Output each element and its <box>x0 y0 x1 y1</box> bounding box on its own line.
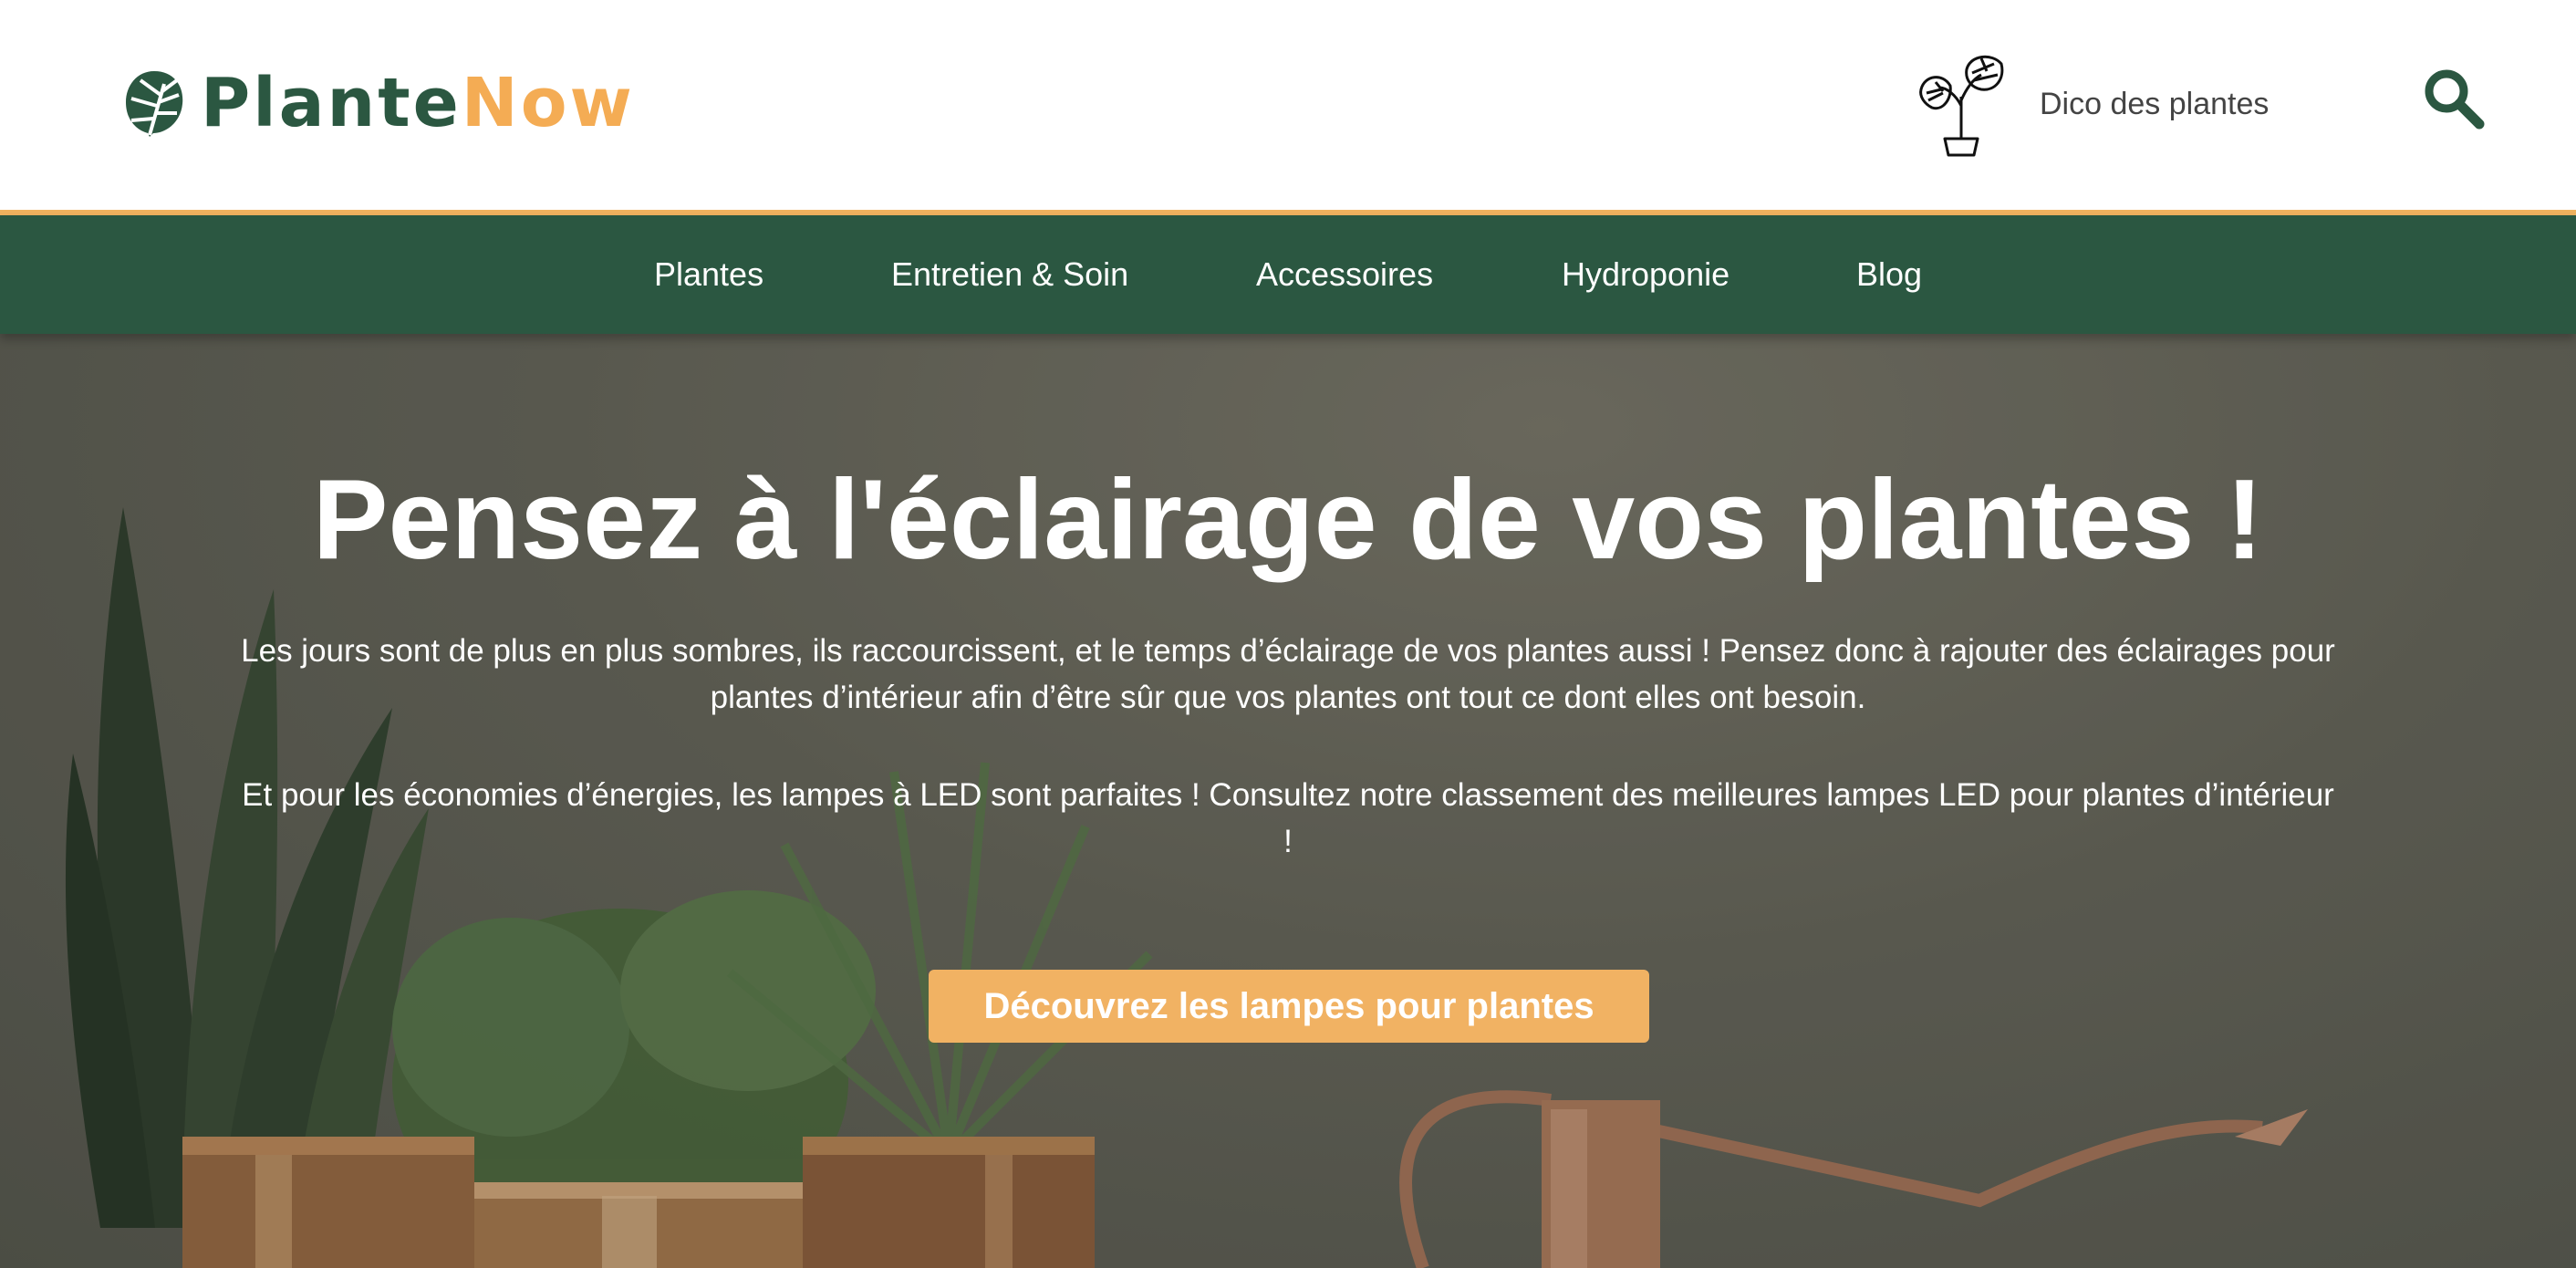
nav-item-accessoires[interactable]: Accessoires <box>1256 215 1433 334</box>
dico-label: Dico des plantes <box>2040 86 2270 121</box>
discover-lamps-button[interactable]: Découvrez les lampes pour plantes <box>929 970 1649 1043</box>
potted-monstera-icon <box>1919 55 2004 157</box>
hero-banner: Pensez à l'éclairage de vos plantes ! Le… <box>0 334 2576 1268</box>
nav-item-hydroponie[interactable]: Hydroponie <box>1562 215 1729 334</box>
logo-wordmark: PlanteNow <box>201 69 635 137</box>
monstera-leaf-icon <box>126 71 183 137</box>
hero-title: Pensez à l'éclairage de vos plantes ! <box>312 457 2264 583</box>
hero-paragraph-1: Les jours sont de plus en plus sombres, … <box>241 633 2335 715</box>
site-header: PlanteNow Dico des plantes <box>0 0 2576 210</box>
site-logo[interactable]: PlanteNow <box>122 68 635 139</box>
nav-item-entretien-soin[interactable]: Entretien & Soin <box>891 215 1128 334</box>
logo-text-now: Now <box>461 64 635 142</box>
dico-des-plantes-link[interactable]: Dico des plantes <box>1916 51 2269 157</box>
main-nav: Plantes Entretien & Soin Accessoires Hyd… <box>0 215 2576 334</box>
logo-text-plante: Plante <box>201 64 462 142</box>
hero-paragraph-2: Et pour les économies d’énergies, les la… <box>242 777 2334 859</box>
nav-item-plantes[interactable]: Plantes <box>654 215 763 334</box>
search-icon[interactable] <box>2421 66 2487 131</box>
nav-item-blog[interactable]: Blog <box>1856 215 1922 334</box>
